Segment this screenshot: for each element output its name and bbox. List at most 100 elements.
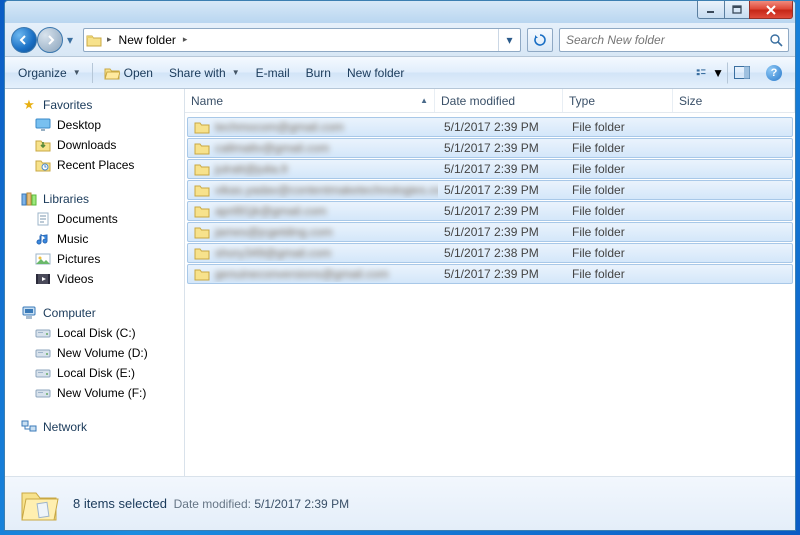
file-date: 5/1/2017 2:39 PM xyxy=(438,204,566,218)
content-area: Name ▲ Date modified Type Size techmocom… xyxy=(185,89,795,476)
sidebar-item-local-disk-e-[interactable]: Local Disk (E:) xyxy=(5,363,184,383)
file-row[interactable]: vikas.yadav@contentmaketechnologies.com5… xyxy=(187,180,793,200)
navigation-pane[interactable]: ★ Favorites Desktop Downloads Recent Place… xyxy=(5,89,185,476)
share-with-button[interactable]: Share with▼ xyxy=(162,63,247,83)
details-text: 8 items selected Date modified: 5/1/2017… xyxy=(73,496,349,511)
burn-label: Burn xyxy=(306,66,331,80)
libraries-group: Libraries Documents Music Pictures Videos xyxy=(5,189,184,289)
selection-icon xyxy=(17,482,61,526)
minimize-button[interactable] xyxy=(697,1,725,19)
sidebar-item-pictures[interactable]: Pictures xyxy=(5,249,184,269)
breadcrumb-location[interactable]: New folder xyxy=(115,29,180,51)
sidebar-item-label: Pictures xyxy=(57,252,100,266)
file-row[interactable]: julratt@julia.fr5/1/2017 2:39 PMFile fol… xyxy=(187,159,793,179)
file-row[interactable]: shory349@gmail.com5/1/2017 2:38 PMFile f… xyxy=(187,243,793,263)
address-bar[interactable]: ▸ New folder ▸ ▾ xyxy=(83,28,521,52)
view-icon xyxy=(696,66,709,80)
separator xyxy=(92,63,93,83)
breadcrumb-separator[interactable]: ▸ xyxy=(104,34,115,45)
folder-icon xyxy=(194,161,210,177)
file-list[interactable]: techmocom@gmail.com5/1/2017 2:39 PMFile … xyxy=(185,113,795,476)
nav-history-dropdown[interactable]: ▾ xyxy=(63,27,77,53)
help-button[interactable]: ? xyxy=(759,62,789,84)
new-folder-button[interactable]: New folder xyxy=(340,63,411,83)
sidebar-item-new-volume-f-[interactable]: New Volume (F:) xyxy=(5,383,184,403)
details-title: 8 items selected xyxy=(73,496,167,511)
column-date-label: Date modified xyxy=(441,94,515,108)
navigation-bar: ▾ ▸ New folder ▸ ▾ xyxy=(5,23,795,57)
drive-icon xyxy=(35,325,51,341)
favorites-group: ★ Favorites Desktop Downloads Recent Place… xyxy=(5,95,184,175)
file-date: 5/1/2017 2:39 PM xyxy=(438,183,566,197)
details-pane: 8 items selected Date modified: 5/1/2017… xyxy=(5,476,795,530)
file-name: techmocom@gmail.com xyxy=(215,120,344,134)
file-row[interactable]: callmattv@gmail.com5/1/2017 2:39 PMFile … xyxy=(187,138,793,158)
sidebar-item-new-volume-d-[interactable]: New Volume (D:) xyxy=(5,343,184,363)
view-options-button[interactable]: ▼ xyxy=(695,62,725,84)
caret-down-icon: ▼ xyxy=(232,68,240,77)
search-input[interactable] xyxy=(560,33,764,47)
back-button[interactable] xyxy=(11,27,37,53)
sidebar-item-label: Recent Places xyxy=(57,158,134,172)
open-button[interactable]: Open xyxy=(97,63,160,83)
file-row[interactable]: april91jk@gmail.com5/1/2017 2:39 PMFile … xyxy=(187,201,793,221)
column-name-header[interactable]: Name ▲ xyxy=(185,89,435,112)
sidebar-item-label: Downloads xyxy=(57,138,116,152)
preview-pane-button[interactable] xyxy=(727,62,757,84)
libraries-header[interactable]: Libraries xyxy=(5,189,184,209)
sidebar-item-music[interactable]: Music xyxy=(5,229,184,249)
forward-button[interactable] xyxy=(37,27,63,53)
file-name: april91jk@gmail.com xyxy=(215,204,327,218)
file-row[interactable]: techmocom@gmail.com5/1/2017 2:39 PMFile … xyxy=(187,117,793,137)
network-header[interactable]: Network xyxy=(5,417,184,437)
column-date-header[interactable]: Date modified xyxy=(435,89,563,112)
maximize-button[interactable] xyxy=(724,1,750,19)
column-size-header[interactable]: Size xyxy=(673,89,795,112)
sidebar-item-videos[interactable]: Videos xyxy=(5,269,184,289)
breadcrumb-separator[interactable]: ▸ xyxy=(180,34,191,45)
sidebar-item-label: Local Disk (C:) xyxy=(57,326,136,340)
folder-icon xyxy=(194,266,210,282)
favorites-header[interactable]: ★ Favorites xyxy=(5,95,184,115)
sidebar-item-documents[interactable]: Documents xyxy=(5,209,184,229)
open-label: Open xyxy=(124,66,153,80)
sidebar-item-desktop[interactable]: Desktop xyxy=(5,115,184,135)
file-date: 5/1/2017 2:39 PM xyxy=(438,141,566,155)
email-button[interactable]: E-mail xyxy=(249,63,297,83)
drive-icon xyxy=(35,345,51,361)
close-button[interactable] xyxy=(749,1,793,19)
computer-header[interactable]: Computer xyxy=(5,303,184,323)
titlebar[interactable] xyxy=(5,1,795,23)
body: ★ Favorites Desktop Downloads Recent Place… xyxy=(5,89,795,476)
libraries-icon xyxy=(21,191,37,207)
file-type: File folder xyxy=(566,141,676,155)
new-folder-label: New folder xyxy=(347,66,404,80)
refresh-button[interactable] xyxy=(527,28,553,52)
star-icon: ★ xyxy=(21,97,37,113)
sort-ascending-icon: ▲ xyxy=(420,96,428,105)
column-type-header[interactable]: Type xyxy=(563,89,673,112)
sidebar-item-recent-places[interactable]: Recent Places xyxy=(5,155,184,175)
sidebar-item-label: Documents xyxy=(57,212,118,226)
search-box[interactable] xyxy=(559,28,789,52)
favorites-label: Favorites xyxy=(43,98,92,112)
network-icon xyxy=(21,419,37,435)
organize-label: Organize xyxy=(18,66,67,80)
sidebar-item-downloads[interactable]: Downloads xyxy=(5,135,184,155)
burn-button[interactable]: Burn xyxy=(299,63,338,83)
drive-icon xyxy=(35,365,51,381)
search-button[interactable] xyxy=(764,33,788,47)
address-dropdown-button[interactable]: ▾ xyxy=(498,29,520,51)
drive-icon xyxy=(35,385,51,401)
sidebar-item-label: Videos xyxy=(57,272,93,286)
file-name: james@jcgelding.com xyxy=(215,225,333,239)
file-row[interactable]: genuineconversions@gmail.com5/1/2017 2:3… xyxy=(187,264,793,284)
sidebar-item-local-disk-c-[interactable]: Local Disk (C:) xyxy=(5,323,184,343)
column-name-label: Name xyxy=(191,94,223,108)
file-row[interactable]: james@jcgelding.com5/1/2017 2:39 PMFile … xyxy=(187,222,793,242)
organize-button[interactable]: Organize▼ xyxy=(11,63,88,83)
sidebar-item-label: Desktop xyxy=(57,118,101,132)
videos-icon xyxy=(35,271,51,287)
network-group: Network xyxy=(5,417,184,437)
arrow-right-icon xyxy=(44,34,56,46)
